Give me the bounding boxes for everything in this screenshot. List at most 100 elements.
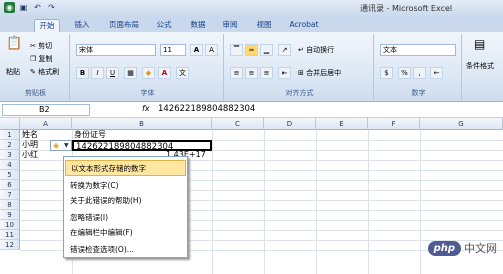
watermark-text: 中文网: [464, 242, 497, 255]
scissors-icon: ✂: [30, 42, 36, 50]
underline-button[interactable]: U: [106, 67, 119, 79]
cell-a1[interactable]: 姓名: [22, 130, 38, 140]
row-header-3[interactable]: 3: [0, 150, 20, 160]
tab-review[interactable]: 审阅: [218, 19, 242, 32]
conditional-format-button[interactable]: 条件格式: [466, 60, 494, 72]
font-color-button[interactable]: A: [158, 67, 171, 79]
row-header-11[interactable]: 11: [0, 230, 20, 240]
quick-access-toolbar: ◉ ▣ ↶ ↷: [4, 2, 57, 13]
align-left-icon[interactable]: ≡: [230, 67, 243, 79]
column-header-g[interactable]: G: [420, 118, 503, 130]
menu-item-help-on-error[interactable]: 关于此错误的帮助(H): [65, 193, 186, 209]
cut-button[interactable]: ✂ 剪切: [30, 40, 52, 52]
redo-icon[interactable]: ↷: [46, 2, 57, 13]
row-header-10[interactable]: 10: [0, 220, 20, 230]
font-group: 宋体 11 A A B I U ▦ ◆ A 文 字体: [72, 34, 224, 100]
select-all-corner[interactable]: [0, 118, 20, 130]
borders-icon[interactable]: ▦: [124, 67, 137, 79]
chevron-down-icon: ▼: [64, 142, 69, 149]
bold-button[interactable]: B: [76, 67, 89, 79]
save-icon[interactable]: ▣: [18, 2, 29, 13]
column-header-f[interactable]: F: [368, 118, 420, 130]
styles-group: ▤ 条件格式: [464, 34, 501, 100]
paste-button[interactable]: 粘贴: [6, 66, 20, 78]
menu-item-number-stored-as-text[interactable]: 以文本形式存储的数字: [65, 160, 186, 176]
align-top-icon[interactable]: ▔: [230, 44, 243, 56]
menu-item-edit-in-formula-bar[interactable]: 在编辑栏中编辑(F): [65, 225, 186, 241]
office-logo-icon[interactable]: ◉: [4, 2, 15, 13]
row-header-5[interactable]: 5: [0, 170, 20, 180]
insert-function-button[interactable]: fx: [142, 104, 150, 113]
column-header-d[interactable]: D: [264, 118, 316, 130]
copy-icon: ❐: [30, 55, 37, 63]
row-header-8[interactable]: 8: [0, 200, 20, 210]
comma-button[interactable]: ,: [413, 67, 426, 79]
gridline: [420, 130, 421, 274]
wrap-text-button[interactable]: ↵ 自动换行: [298, 44, 334, 56]
tab-view[interactable]: 视图: [252, 19, 276, 32]
clipboard-group: 📋 粘贴 ✂ 剪切 ❐ 复制 ✎ 格式刷 剪贴板: [2, 34, 70, 100]
font-size-select[interactable]: 11: [160, 44, 186, 56]
paste-icon[interactable]: 📋: [6, 37, 22, 50]
number-format-select[interactable]: 文本: [380, 44, 456, 56]
column-header-e[interactable]: E: [316, 118, 368, 130]
align-center-icon[interactable]: ≡: [245, 67, 258, 79]
font-name-select[interactable]: 宋体: [76, 44, 156, 56]
brush-icon: ✎: [30, 68, 36, 76]
row-header-6[interactable]: 6: [0, 180, 20, 190]
undo-icon[interactable]: ↶: [32, 2, 43, 13]
cell-a2[interactable]: 小明: [22, 140, 38, 150]
error-check-button[interactable]: ◈ ▼: [50, 140, 72, 151]
clipboard-label: 剪贴板: [25, 89, 46, 97]
row-header-1[interactable]: 1: [0, 130, 20, 140]
row-header-9[interactable]: 9: [0, 210, 20, 220]
name-box[interactable]: B2: [2, 104, 90, 116]
menu-item-error-checking-options[interactable]: 错误检查选项(O)...: [65, 242, 186, 258]
cell-b2[interactable]: 142622189804882304: [76, 142, 173, 152]
orientation-icon[interactable]: ↗: [278, 44, 291, 56]
percent-button[interactable]: %: [398, 67, 411, 79]
formula-input[interactable]: 142622189804882304: [158, 104, 255, 114]
tab-insert[interactable]: 插入: [70, 19, 94, 32]
phonetic-icon[interactable]: 文: [176, 67, 189, 79]
number-label: 数字: [411, 89, 426, 97]
grow-font-button[interactable]: A: [190, 44, 203, 56]
row-header-4[interactable]: 4: [0, 160, 20, 170]
gridline: [368, 130, 369, 274]
window-title: 通讯录 - Microsoft Excel: [360, 4, 453, 13]
ribbon-tabs: 开始 插入 页面布局 公式 数据 审阅 视图 Acrobat: [0, 17, 503, 32]
column-header-c[interactable]: C: [212, 118, 264, 130]
tab-data[interactable]: 数据: [186, 19, 210, 32]
wrap-icon: ↵: [298, 46, 304, 54]
indent-icon[interactable]: ⇤: [278, 67, 291, 79]
cell-b1[interactable]: 身份证号: [74, 130, 106, 140]
row-header-12[interactable]: 12: [0, 240, 20, 250]
tab-formulas[interactable]: 公式: [152, 19, 176, 32]
merge-center-button[interactable]: ⊞ 合并后居中: [298, 67, 341, 79]
italic-button[interactable]: I: [91, 67, 104, 79]
menu-item-convert-to-number[interactable]: 转换为数字(C): [65, 178, 186, 194]
shrink-font-button[interactable]: A: [205, 44, 218, 56]
active-cell-b2[interactable]: 142622189804882304: [72, 140, 212, 152]
tab-page-layout[interactable]: 页面布局: [104, 19, 144, 32]
align-middle-icon[interactable]: ═: [245, 44, 258, 56]
format-painter-button[interactable]: ✎ 格式刷: [30, 66, 59, 78]
currency-icon[interactable]: $: [380, 67, 393, 79]
cell-a3[interactable]: 小红: [22, 150, 38, 160]
align-right-icon[interactable]: ≡: [260, 67, 273, 79]
copy-button[interactable]: ❐ 复制: [30, 53, 53, 65]
tab-acrobat[interactable]: Acrobat: [286, 19, 322, 32]
gridline: [212, 130, 213, 274]
row-header-7[interactable]: 7: [0, 190, 20, 200]
row-header-2[interactable]: 2: [0, 140, 20, 150]
column-header-b[interactable]: B: [72, 118, 212, 130]
menu-item-ignore-error[interactable]: 忽略错误(I): [65, 210, 186, 226]
increase-decimal-icon[interactable]: ←: [430, 67, 443, 79]
formula-bar: B2 fx 142622189804882304: [0, 102, 503, 118]
tab-home[interactable]: 开始: [34, 19, 60, 32]
fill-color-icon[interactable]: ◆: [142, 67, 155, 79]
align-bottom-icon[interactable]: ▁: [260, 44, 273, 56]
column-header-a[interactable]: A: [20, 118, 72, 130]
merge-icon: ⊞: [298, 69, 304, 77]
conditional-format-icon[interactable]: ▤: [474, 38, 485, 50]
